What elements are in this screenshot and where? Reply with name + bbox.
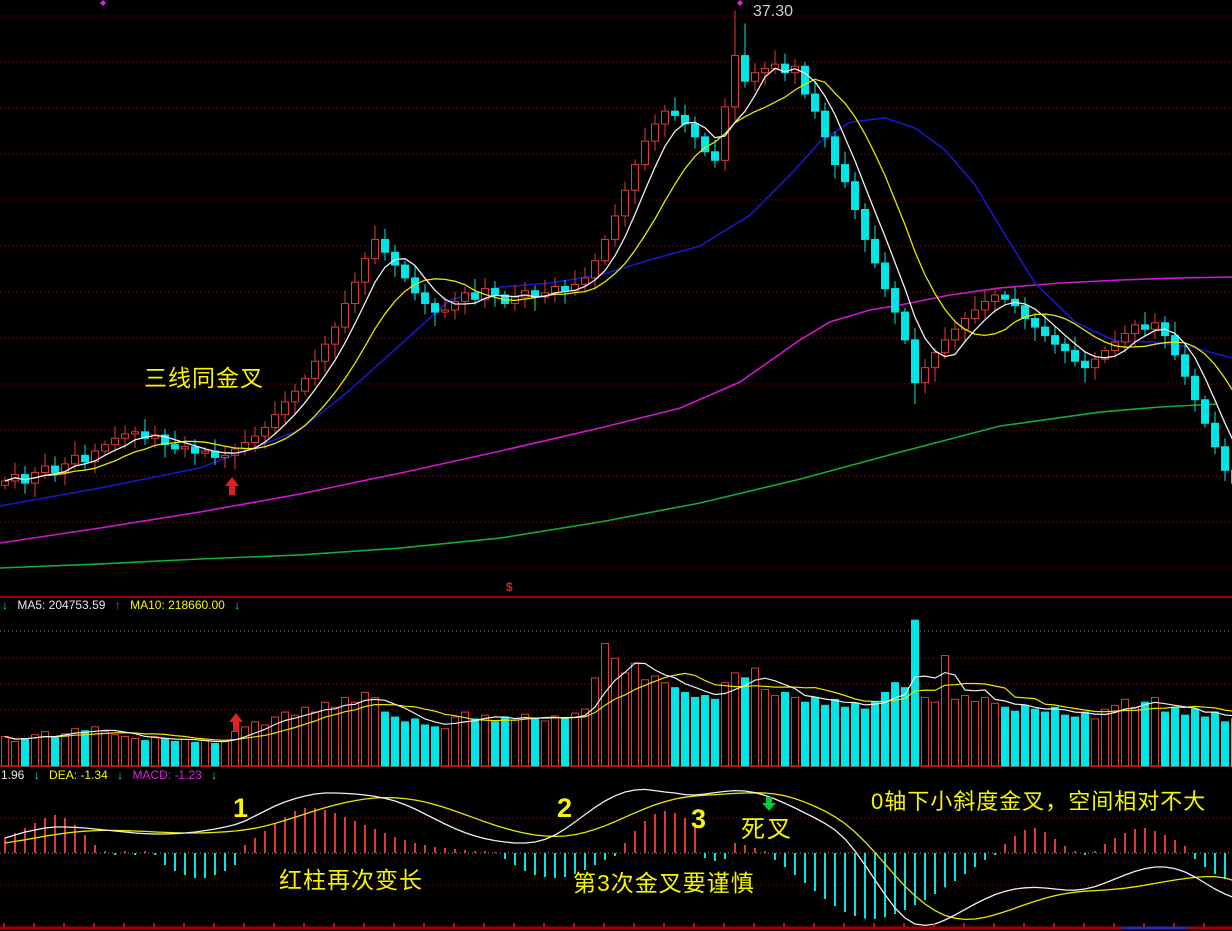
candlestick-series — [2, 11, 1232, 503]
down-arrow-icon: ↓ — [211, 768, 217, 782]
down-arrow-icon: ↓ — [234, 598, 240, 612]
macd-value: MACD: -1.23 — [132, 768, 201, 782]
annotation-three-line-golden-cross: 三线同金叉 — [144, 367, 264, 390]
annotation-red-bars-longer: 红柱再次变长 — [279, 869, 423, 892]
chart-stage[interactable]: 三线同金叉 37.30 $ ↓ MA5: 204753.59 ↑ MA10: 2… — [0, 0, 1232, 931]
golden-cross-number-2: 2 — [557, 795, 572, 822]
down-arrow-icon: ↓ — [2, 598, 8, 612]
sell-signal-s-marker: $ — [506, 581, 513, 593]
top-marker-icon — [100, 0, 106, 6]
macd-histogram — [5, 808, 1232, 919]
macd-dea-value: DEA: -1.34 — [49, 768, 108, 782]
bottom-axis — [0, 923, 1232, 928]
signal-markers — [100, 0, 743, 6]
stock-chart-app: { "colors": { "background": "#000000", "… — [0, 0, 1232, 931]
golden-cross-number-3: 3 — [691, 806, 706, 833]
volume-bars — [2, 620, 1232, 766]
golden-cross-number-1: 1 — [233, 795, 248, 822]
volume-ma5-value: MA5: 204753.59 — [17, 598, 105, 612]
annotation-third-golden-cross-caution: 第3次金叉要谨慎 — [573, 872, 755, 895]
death-cross-label: 死叉 — [741, 818, 793, 842]
long-ma-lines — [0, 118, 1232, 568]
top-marker-icon — [737, 0, 743, 6]
up-arrow-icon: ↑ — [115, 598, 121, 612]
peak-price-label: 37.30 — [753, 4, 793, 20]
buy-arrow-icon-main — [225, 477, 239, 495]
volume-ma10-value: MA10: 218660.00 — [130, 598, 225, 612]
buy-arrow-icon-volume — [229, 713, 243, 731]
macd-dif-value: 1.96 — [1, 768, 24, 782]
down-arrow-icon: ↓ — [34, 768, 40, 782]
macd-header: 1.96 ↓ DEA: -1.34 ↓ MACD: -1.23 ↓ — [1, 769, 223, 781]
volume-ma-header: ↓ MA5: 204753.59 ↑ MA10: 218660.00 ↓ — [2, 599, 246, 611]
annotation-zero-axis-golden-cross: 0轴下小斜度金叉，空间相对不大 — [871, 791, 1206, 813]
down-arrow-icon: ↓ — [117, 768, 123, 782]
